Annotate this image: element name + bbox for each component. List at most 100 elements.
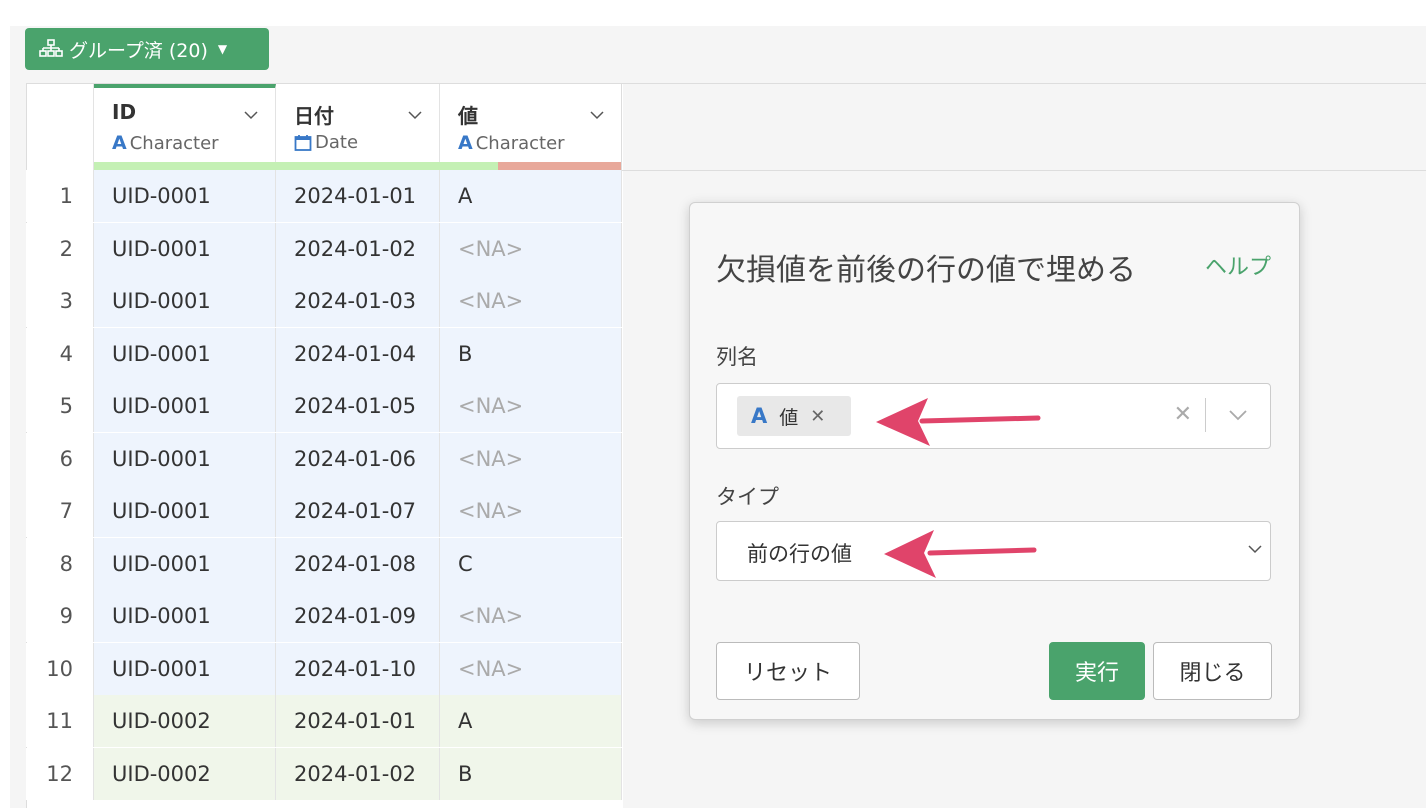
cell-val[interactable]: A [440,695,622,747]
cell-num: 7 [26,485,94,537]
cell-id[interactable]: UID-0002 [94,695,276,747]
table-row: 5 UID-0001 2024-01-05 <NA> [26,380,622,432]
cell-id[interactable]: UID-0001 [94,327,276,380]
column-name: 日付 [294,104,334,128]
table-row: 10 UID-0001 2024-01-10 <NA> [26,642,622,695]
chevron-down-icon[interactable] [590,108,604,122]
cell-id[interactable]: UID-0001 [94,485,276,537]
run-button[interactable]: 実行 [1049,642,1145,700]
cell-val[interactable]: <NA> [440,380,622,432]
column-type: Date [294,132,358,153]
cell-num: 1 [26,170,94,222]
cell-num: 4 [26,327,94,380]
cell-num: 2 [26,222,94,275]
fill-missing-dialog: 欠損値を前後の行の値で埋める ヘルプ 列名 A 値 ✕ ✕ タイプ 前の行の値 … [689,202,1300,720]
row-number-header [26,84,94,170]
cell-date[interactable]: 2024-01-10 [276,642,440,695]
chevron-down-icon[interactable] [408,108,422,122]
type-select-value: 前の行の値 [747,542,852,566]
data-quality-bar [94,162,276,170]
header-bottom-border [622,170,1426,171]
close-button[interactable]: 閉じる [1153,642,1272,700]
column-type: A Character [458,132,565,154]
annotation-arrow-column [876,398,1041,446]
table-row: 4 UID-0001 2024-01-04 B [26,327,622,380]
cell-num: 11 [26,695,94,747]
cell-val[interactable]: <NA> [440,485,622,537]
select-separator [1205,398,1206,432]
selected-column-name: 値 [779,406,799,429]
cell-date[interactable]: 2024-01-04 [276,327,440,380]
cell-id[interactable]: UID-0001 [94,590,276,642]
remove-icon[interactable]: ✕ [810,406,825,427]
grouped-label: グループ済 (20) [69,39,208,62]
character-type-icon: A [112,132,127,154]
cell-date[interactable]: 2024-01-09 [276,590,440,642]
cell-id[interactable]: UID-0001 [94,380,276,432]
cell-val[interactable]: <NA> [440,590,622,642]
data-quality-bar [276,162,440,170]
help-link[interactable]: ヘルプ [1205,249,1271,281]
clear-icon[interactable]: ✕ [1174,402,1192,427]
cell-val[interactable]: <NA> [440,432,622,485]
table-row: 1 UID-0001 2024-01-01 A [26,170,622,222]
cell-date[interactable]: 2024-01-03 [276,275,440,327]
group-icon [39,39,63,57]
cell-date[interactable]: 2024-01-02 [276,222,440,275]
column-name: ID [112,100,137,124]
cell-date[interactable]: 2024-01-08 [276,537,440,590]
cell-num: 9 [26,590,94,642]
table-row: 6 UID-0001 2024-01-06 <NA> [26,432,622,485]
table-row: 11 UID-0002 2024-01-01 A [26,695,622,747]
cell-id[interactable]: UID-0001 [94,170,276,222]
type-label: タイプ [716,485,779,509]
column-header-id[interactable]: ID A Character [94,84,276,170]
cell-val[interactable]: <NA> [440,642,622,695]
cell-num: 6 [26,432,94,485]
cell-id[interactable]: UID-0002 [94,747,276,800]
cell-val[interactable]: B [440,747,622,800]
cell-val[interactable]: A [440,170,622,222]
cell-val[interactable]: C [440,537,622,590]
cell-num: 3 [26,275,94,327]
cell-date[interactable]: 2024-01-01 [276,695,440,747]
cell-id[interactable]: UID-0001 [94,275,276,327]
cell-id[interactable]: UID-0001 [94,642,276,695]
cell-num: 10 [26,642,94,695]
cell-date[interactable]: 2024-01-05 [276,380,440,432]
cell-date[interactable]: 2024-01-07 [276,485,440,537]
cell-date[interactable]: 2024-01-06 [276,432,440,485]
cell-id[interactable]: UID-0001 [94,432,276,485]
data-quality-bar-valid [440,162,498,170]
caret-down-icon: ▼ [217,42,228,56]
reset-button[interactable]: リセット [716,642,860,700]
column-label: 列名 [716,345,758,369]
cell-num: 12 [26,747,94,800]
cell-id[interactable]: UID-0001 [94,222,276,275]
cell-val[interactable]: <NA> [440,222,622,275]
cell-date[interactable]: 2024-01-02 [276,747,440,800]
column-header-date[interactable]: 日付 Date [276,84,440,170]
cell-date[interactable]: 2024-01-01 [276,170,440,222]
chevron-down-icon[interactable] [244,108,258,122]
column-type: A Character [112,132,219,154]
cell-num: 5 [26,380,94,432]
column-name: 値 [458,104,478,128]
annotation-arrow-type [884,530,1037,578]
table-header: ID A Character 日付 Date 値 A Character [26,84,622,170]
table-row: 8 UID-0001 2024-01-08 C [26,537,622,590]
data-quality-bar-missing [498,162,622,170]
column-header-value[interactable]: 値 A Character [440,84,622,170]
calendar-icon [294,134,312,151]
selected-column-chip: A 値 ✕ [737,396,851,436]
header-right-border [621,84,622,170]
cell-num: 8 [26,537,94,590]
grouped-button[interactable]: グループ済 (20) ▼ [25,28,269,70]
cell-val[interactable]: B [440,327,622,380]
table-row: 2 UID-0001 2024-01-02 <NA> [26,222,622,275]
table-row: 9 UID-0001 2024-01-09 <NA> [26,590,622,642]
character-type-icon: A [458,132,473,154]
chevron-down-icon[interactable] [1228,408,1248,422]
cell-val[interactable]: <NA> [440,275,622,327]
cell-id[interactable]: UID-0001 [94,537,276,590]
